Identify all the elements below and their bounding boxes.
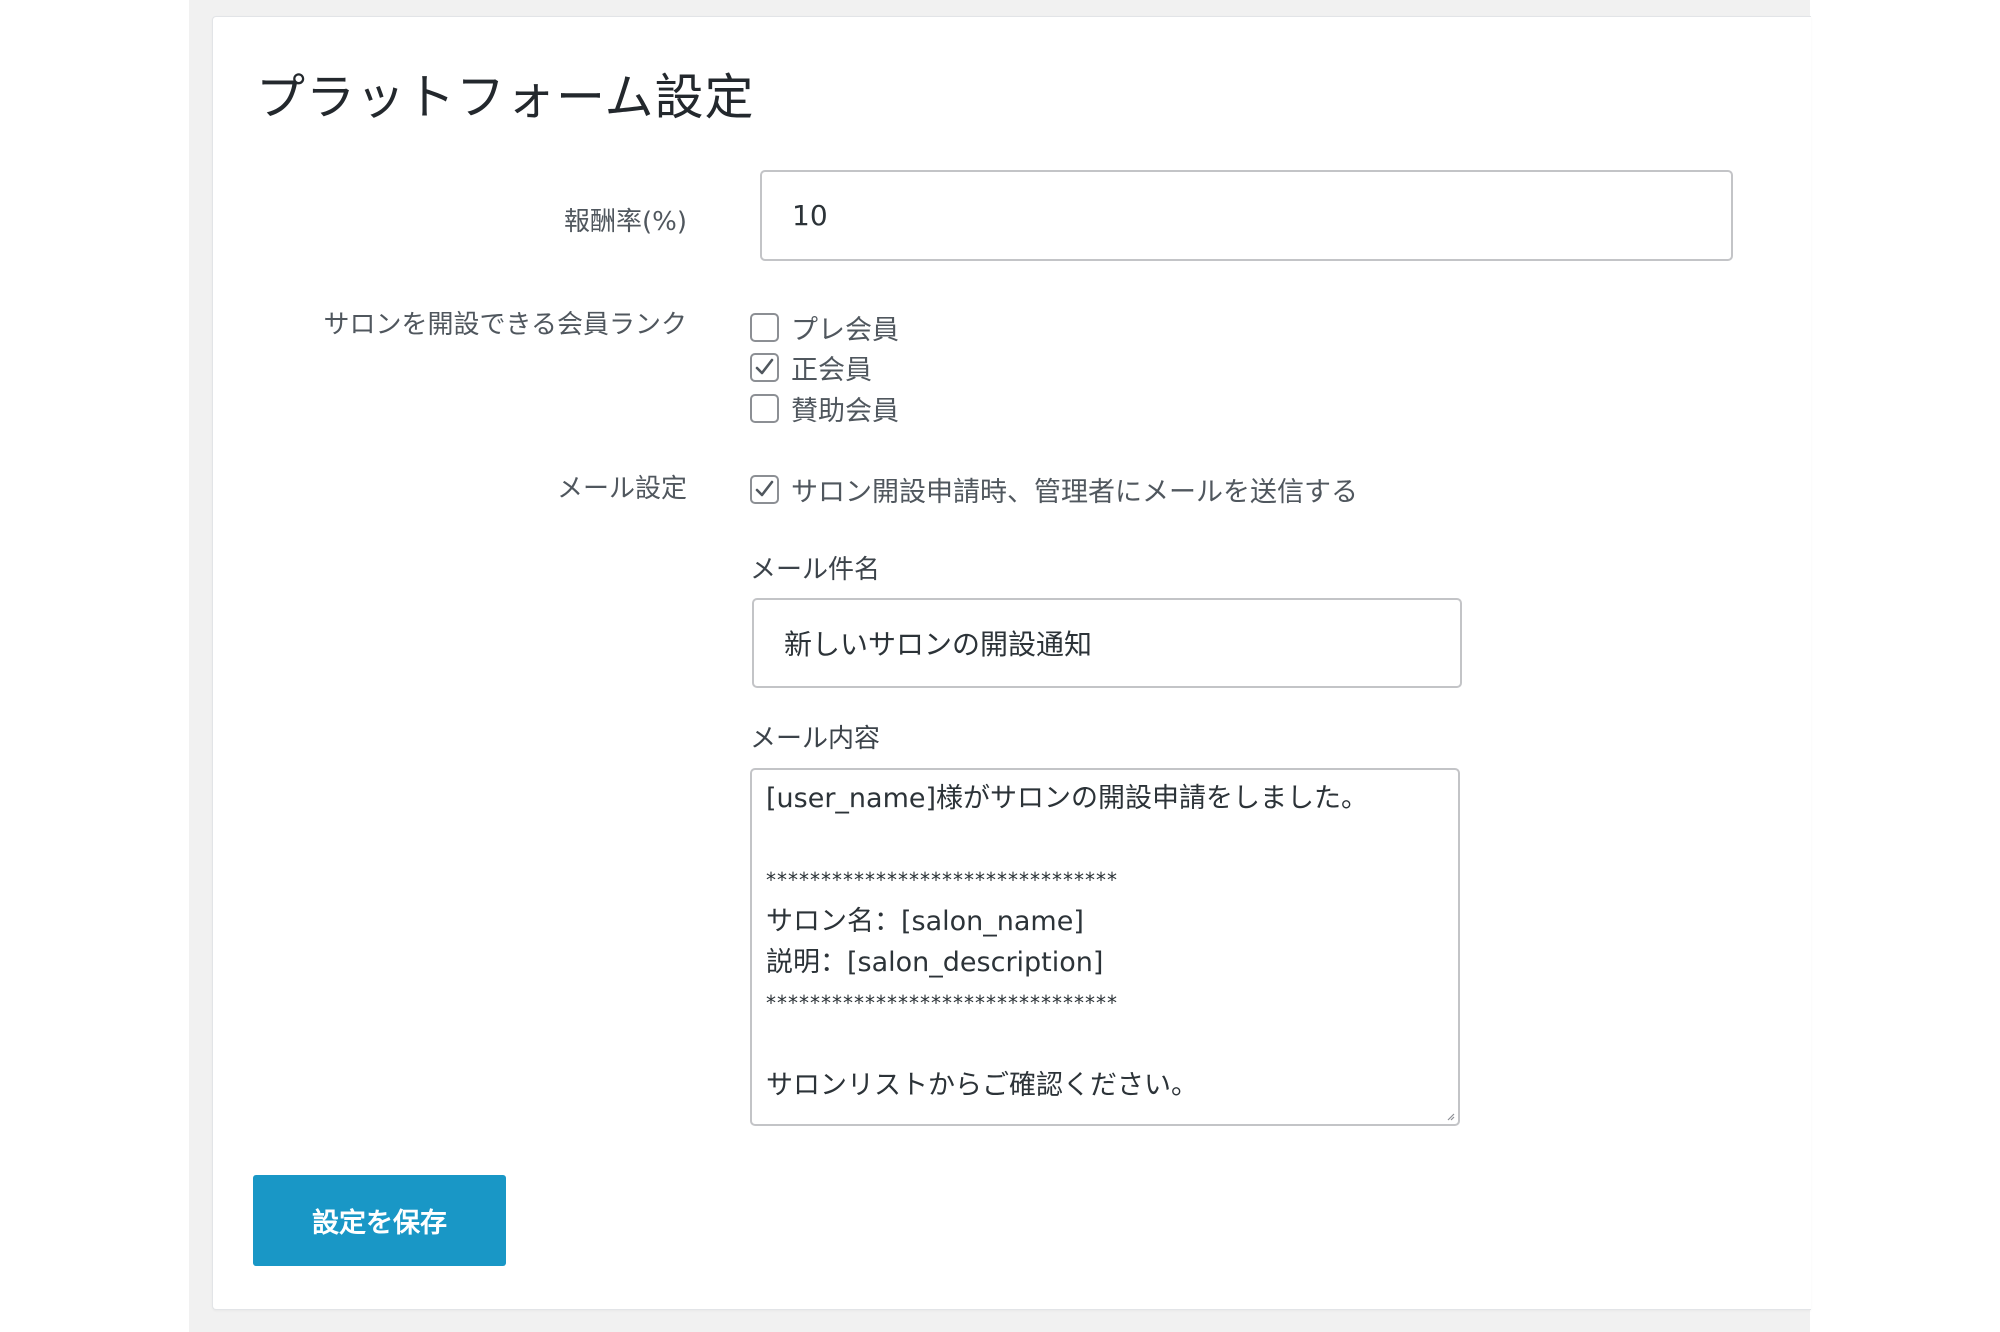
checkmark-icon [755,358,774,375]
checkmark-icon [755,480,774,497]
pre-member-label: プレ会員 [791,315,899,346]
regular-member-label: 正会員 [791,355,872,386]
page-title: プラットフォーム設定 [256,69,755,126]
mail-body-line [766,819,1444,860]
mail-body-label: メール内容 [750,724,881,754]
save-settings-button[interactable]: 設定を保存 [253,1175,506,1266]
resize-handle-icon[interactable] [1445,1111,1455,1121]
mail-subject-label: メール件名 [750,555,881,585]
mail-body-line [766,1024,1444,1065]
member-rank-option-supporting[interactable]: 賛助会員 [750,389,899,428]
supporting-member-label: 賛助会員 [791,396,899,427]
mail-body-textarea[interactable]: [user_name]様がサロンの開設申請をしました。 ************… [750,768,1460,1126]
reward-rate-input[interactable] [760,170,1733,261]
mail-body-line: ******************************** [766,991,1118,1015]
supporting-member-checkbox[interactable] [750,394,779,423]
reward-rate-label: 報酬率(%) [564,207,687,237]
mail-notify-label: サロン開設申請時、管理者にメールを送信する [791,477,1358,508]
pre-member-checkbox[interactable] [750,313,779,342]
regular-member-checkbox[interactable] [750,353,779,382]
mail-body-line: [user_name]様がサロンの開設申請をしました。 [766,783,1369,814]
mail-notify-option[interactable]: サロン開設申請時、管理者にメールを送信する [750,470,1358,509]
mail-settings-label: メール設定 [556,474,687,504]
mail-body-line: ******************************** [766,868,1118,892]
mail-body-line: 説明：[salon_description] [766,947,1104,978]
member-rank-option-pre[interactable]: プレ会員 [750,308,899,347]
mail-notify-checkbox[interactable] [750,475,779,504]
mail-body-line: サロンリストからご確認ください。 [766,1070,1198,1101]
member-rank-option-regular[interactable]: 正会員 [750,348,872,387]
mail-body-line: サロン名：[salon_name] [766,906,1084,937]
mail-subject-input[interactable] [752,598,1462,688]
member-rank-label: サロンを開設できる会員ランク [323,310,687,340]
